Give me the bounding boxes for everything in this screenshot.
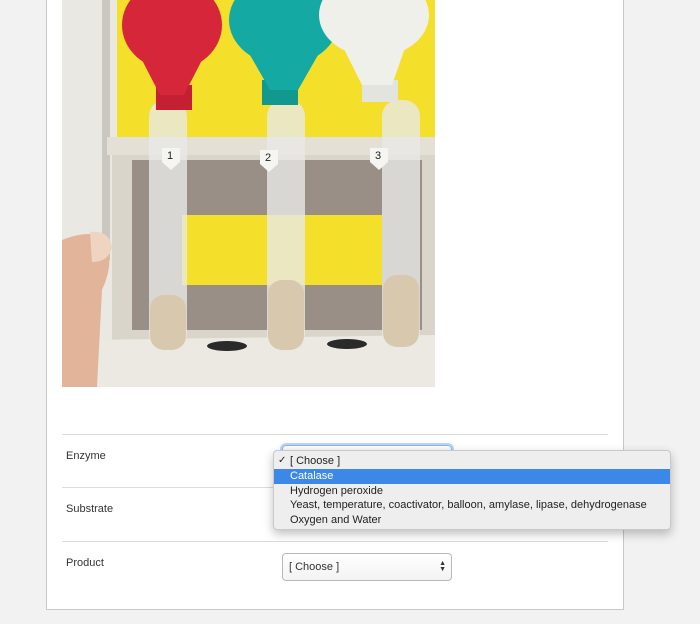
- tube-label-1: 1: [167, 150, 174, 162]
- dropdown-option-oxygen-water[interactable]: Oxygen and Water: [274, 513, 670, 528]
- option-label: Yeast, temperature, coactivator, balloon…: [290, 499, 647, 512]
- experiment-photo: 1 2 3: [62, 0, 435, 387]
- row-divider: [62, 434, 608, 435]
- dropdown-option-yeast[interactable]: Yeast, temperature, coactivator, balloon…: [274, 498, 670, 513]
- dropdown-option-hydrogen-peroxide[interactable]: Hydrogen peroxide: [274, 484, 670, 499]
- product-select-value: [ Choose ]: [289, 561, 340, 573]
- option-label: Hydrogen peroxide: [290, 484, 383, 497]
- enzyme-label: Enzyme: [66, 450, 106, 462]
- enzyme-dropdown-menu: ✓ [ Choose ] Catalase Hydrogen peroxide …: [273, 450, 671, 530]
- option-label: Catalase: [290, 469, 334, 482]
- dropdown-option-choose[interactable]: ✓ [ Choose ]: [274, 454, 670, 469]
- tube-label-3: 3: [375, 150, 382, 162]
- option-label: Oxygen and Water: [290, 514, 382, 527]
- dropdown-option-catalase[interactable]: Catalase: [274, 468, 670, 484]
- check-icon: ✓: [278, 455, 287, 466]
- test-tubes-image: [62, 0, 435, 387]
- product-select[interactable]: [ Choose ] ▲ ▼: [282, 553, 452, 581]
- substrate-label: Substrate: [66, 503, 114, 515]
- tube-label-2: 2: [265, 152, 272, 164]
- updown-arrows-icon: ▲ ▼: [439, 560, 446, 573]
- row-divider: [62, 541, 608, 542]
- option-label: [ Choose ]: [290, 455, 341, 467]
- product-label: Product: [66, 557, 104, 569]
